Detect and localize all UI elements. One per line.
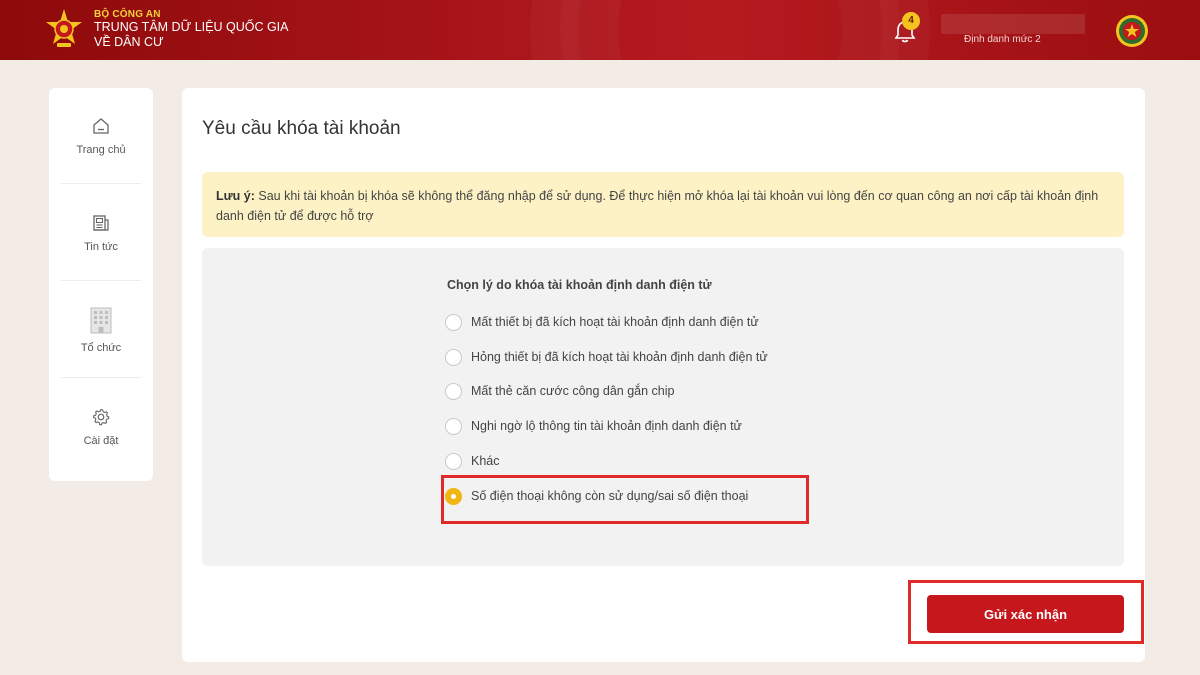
notice-box: Lưu ý: Sau khi tài khoản bị khóa sẽ khôn… [202, 172, 1124, 237]
sidebar-item-label: Tin tức [84, 240, 118, 253]
sidebar-item-organization[interactable]: Tổ chức [61, 282, 141, 378]
sidebar-item-home[interactable]: Trang chủ [61, 88, 141, 184]
sidebar-item-news[interactable]: Tin tức [61, 185, 141, 281]
home-icon [93, 117, 109, 134]
avatar[interactable] [1115, 14, 1149, 48]
radio-button[interactable] [445, 452, 462, 470]
sidebar: Trang chủ Tin tức Tổ chức Cài đặt [49, 88, 153, 481]
page-title: Yêu cầu khóa tài khoản [202, 118, 401, 139]
header-drum-pattern [560, 0, 900, 60]
org-name-line2: VỀ DÂN CƯ [94, 35, 164, 49]
option-label: Hỏng thiết bị đã kích hoạt tài khoản địn… [471, 350, 768, 364]
sidebar-item-label: Cài đặt [83, 435, 119, 447]
reason-option-lost-device[interactable]: Mất thiết bị đã kích hoạt tài khoản định… [445, 312, 759, 332]
police-emblem-icon[interactable] [44, 8, 84, 50]
org-top-label: BỘ CÔNG AN [94, 9, 161, 20]
gear-icon [92, 408, 110, 426]
reason-option-lost-id-card[interactable]: Mất thẻ căn cước công dân gắn chip [445, 381, 675, 401]
sidebar-item-settings[interactable]: Cài đặt [61, 379, 141, 475]
sidebar-item-label: Tổ chức [80, 341, 122, 354]
radio-button[interactable] [445, 348, 462, 366]
radio-button[interactable] [445, 417, 462, 435]
option-label: Số điện thoại không còn sử dụng/sai số đ… [471, 489, 749, 503]
notice-text: Sau khi tài khoản bị khóa sẽ không thể đ… [216, 189, 1099, 223]
notification-count-badge: 4 [902, 12, 920, 30]
radio-button[interactable] [445, 313, 462, 331]
notice-label: Lưu ý: [216, 189, 255, 203]
user-name-redacted[interactable] [941, 14, 1085, 34]
reason-option-broken-device[interactable]: Hỏng thiết bị đã kích hoạt tài khoản địn… [445, 347, 768, 367]
reason-option-other[interactable]: Khác [445, 451, 500, 471]
news-icon [93, 214, 109, 231]
option-label: Mất thẻ căn cước công dân gắn chip [471, 384, 675, 398]
user-level-label: Định danh mức 2 [964, 34, 1041, 45]
radio-button[interactable] [445, 382, 462, 400]
lock-account-card: Yêu cầu khóa tài khoản Lưu ý: Sau khi tà… [182, 88, 1145, 662]
reason-option-phone-number[interactable]: Số điện thoại không còn sử dụng/sai số đ… [445, 486, 748, 506]
building-icon [90, 307, 112, 333]
reason-panel: Chọn lý do khóa tài khoản định danh điện… [202, 248, 1124, 566]
option-label: Khác [471, 454, 500, 468]
option-label: Mất thiết bị đã kích hoạt tài khoản định… [471, 315, 759, 329]
reason-option-suspected-leak[interactable]: Nghi ngờ lộ thông tin tài khoản định dan… [445, 416, 742, 436]
sidebar-item-label: Trang chủ [76, 143, 126, 156]
radio-button-selected[interactable] [445, 487, 462, 505]
option-label: Nghi ngờ lộ thông tin tài khoản định dan… [471, 419, 742, 433]
org-brand[interactable]: BỘ CÔNG AN TRUNG TÂM DỮ LIỆU QUỐC GIA VỀ… [94, 9, 289, 50]
reason-question: Chọn lý do khóa tài khoản định danh điện… [447, 278, 712, 292]
submit-button[interactable]: Gửi xác nhận [927, 595, 1124, 633]
top-header: BỘ CÔNG AN TRUNG TÂM DỮ LIỆU QUỐC GIA VỀ… [0, 0, 1200, 60]
org-name-line1: TRUNG TÂM DỮ LIỆU QUỐC GIA [94, 20, 289, 34]
